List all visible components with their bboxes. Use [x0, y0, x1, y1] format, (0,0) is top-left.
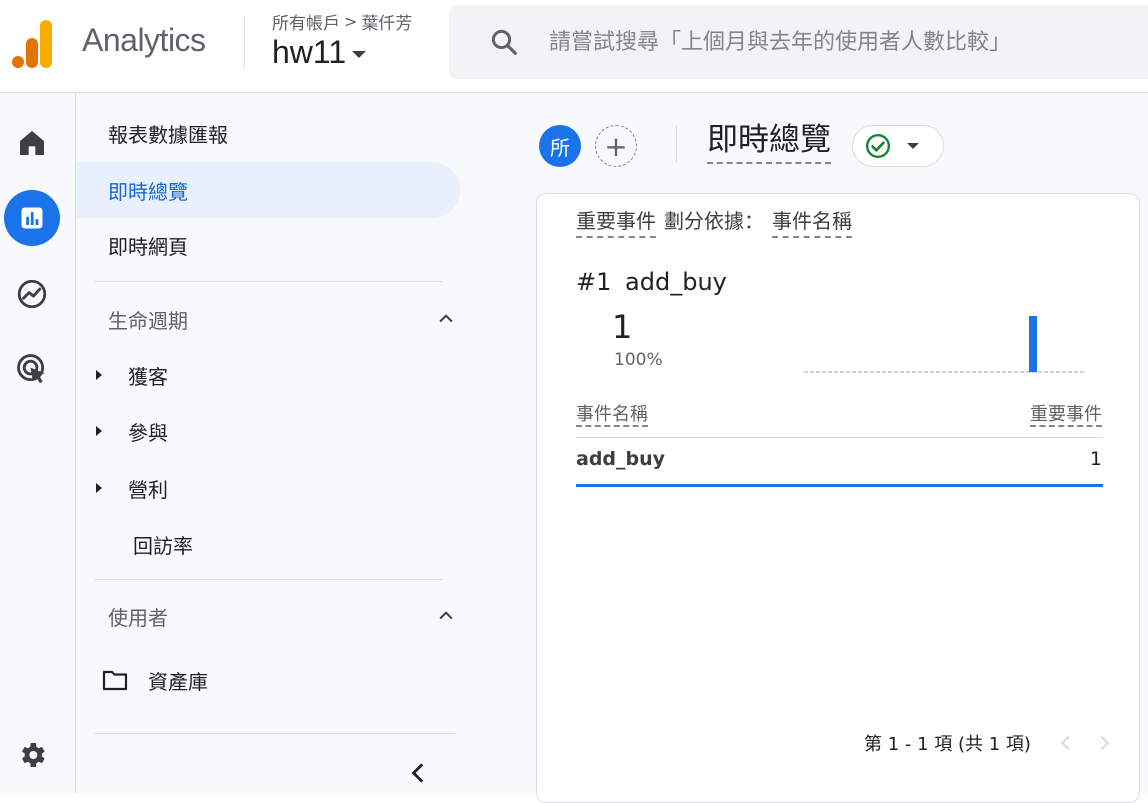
nav-item-label: 資產庫	[148, 669, 208, 694]
page-title: 即時總覽	[707, 120, 831, 164]
col-header-key-events[interactable]: 重要事件	[1030, 400, 1102, 427]
rank-label: #1	[576, 268, 612, 296]
advertising-icon	[17, 354, 45, 384]
nav-item-retention[interactable]: 回訪率	[76, 516, 193, 572]
home-button[interactable]	[4, 115, 60, 171]
nav-item-label: 即時總覽	[108, 179, 188, 204]
header-divider	[244, 16, 245, 68]
comparison-chip[interactable]: 所	[539, 125, 581, 167]
cell-value: 1	[1089, 448, 1102, 470]
nav-divider	[95, 733, 455, 734]
card-subtitle: 重要事件 劃分依據： 事件名稱	[576, 205, 852, 238]
property-selector[interactable]: hw11	[272, 34, 367, 71]
nav-item-engagement[interactable]: 參與	[76, 403, 168, 459]
prev-page-icon[interactable]	[1055, 732, 1077, 754]
search-icon	[491, 29, 517, 55]
expand-arrow-icon	[96, 483, 102, 493]
data-status-dropdown[interactable]	[852, 125, 944, 167]
chevron-left-icon	[411, 763, 424, 783]
nav-divider	[95, 579, 442, 580]
nav-section-user[interactable]: 使用者	[76, 588, 456, 644]
header-divider	[676, 125, 677, 163]
split-label: 劃分依據：	[664, 209, 764, 233]
chevron-up-icon	[439, 314, 453, 323]
nav-item-report-snapshot[interactable]: 報表數據匯報	[76, 105, 228, 161]
cell-event-name: add_buy	[576, 448, 666, 470]
property-name: hw11	[272, 34, 347, 70]
nav-item-label: 營利	[128, 477, 168, 502]
chevron-up-icon	[439, 611, 453, 620]
nav-item-label: 獲客	[128, 364, 168, 389]
breadcrumb-user[interactable]: 葉仟芳	[361, 9, 412, 34]
reports-button[interactable]	[4, 190, 60, 246]
expand-arrow-icon	[96, 370, 102, 380]
top-bar: Analytics 所有帳戶 > 葉仟芳 hw11	[0, 0, 1148, 93]
nav-item-label: 報表數據匯報	[108, 122, 228, 147]
top-event-value: 1	[612, 308, 633, 346]
pagination-label: 第 1 - 1 項 (共 1 項)	[864, 734, 1031, 755]
nav-section-title: 生命週期	[108, 308, 188, 333]
top-event-percent: 100%	[614, 350, 663, 370]
search-input[interactable]	[549, 29, 1148, 55]
nav-item-realtime-pages[interactable]: 即時網頁	[76, 217, 188, 273]
minute-sparkline	[804, 316, 1084, 373]
settings-icon	[22, 743, 45, 767]
nav-section-lifecycle[interactable]: 生命週期	[76, 291, 456, 347]
chevron-right-icon: >	[344, 12, 358, 31]
nav-item-label: 即時網頁	[108, 234, 188, 259]
col-header-event-name[interactable]: 事件名稱	[576, 400, 648, 427]
expand-arrow-icon	[96, 426, 102, 436]
dimension-label[interactable]: 事件名稱	[772, 205, 852, 238]
check-circle-icon	[865, 133, 891, 159]
nav-item-label: 回訪率	[133, 533, 193, 558]
explore-button[interactable]	[4, 266, 60, 322]
nav-item-acquisition[interactable]: 獲客	[76, 347, 168, 403]
side-nav: 報表數據匯報 即時總覽 即時網頁 生命週期 獲客 參與 營利 回訪率 使用者 資…	[76, 93, 476, 793]
brand-name: Analytics	[82, 22, 206, 58]
nav-item-label: 參與	[128, 420, 168, 445]
top-event-name: add_buy	[625, 268, 727, 296]
pagination: 第 1 - 1 項 (共 1 項)	[864, 730, 1115, 756]
analytics-logo-icon[interactable]	[12, 20, 54, 68]
folder-icon	[102, 670, 128, 691]
explore-icon	[17, 279, 47, 309]
table-row[interactable]: add_buy 1	[576, 448, 1102, 486]
metric-label[interactable]: 重要事件	[576, 205, 656, 238]
nav-divider	[95, 281, 442, 282]
settings-button[interactable]	[4, 727, 60, 783]
nav-item-realtime-overview[interactable]: 即時總覽	[76, 162, 460, 218]
collapse-nav-button[interactable]	[406, 758, 432, 796]
caret-down-icon	[907, 143, 919, 149]
add-comparison-button[interactable]: +	[595, 125, 637, 167]
nav-item-monetization[interactable]: 營利	[76, 460, 168, 516]
search-bar[interactable]	[449, 5, 1148, 79]
top-event-heading: #1 add_buy	[576, 268, 727, 296]
next-page-icon[interactable]	[1093, 732, 1115, 754]
left-rail	[0, 93, 76, 793]
breadcrumb[interactable]: 所有帳戶 > 葉仟芳	[272, 9, 412, 34]
nav-item-library[interactable]: 資產庫	[76, 652, 208, 708]
advertising-button[interactable]	[4, 341, 60, 397]
nav-section-title: 使用者	[108, 605, 168, 630]
row-share-bar	[576, 484, 1103, 487]
table-header: 事件名稱 重要事件	[576, 400, 1102, 438]
reports-icon	[21, 207, 43, 229]
breadcrumb-account[interactable]: 所有帳戶	[272, 9, 340, 34]
home-icon	[20, 131, 44, 155]
caret-down-icon	[352, 51, 367, 58]
